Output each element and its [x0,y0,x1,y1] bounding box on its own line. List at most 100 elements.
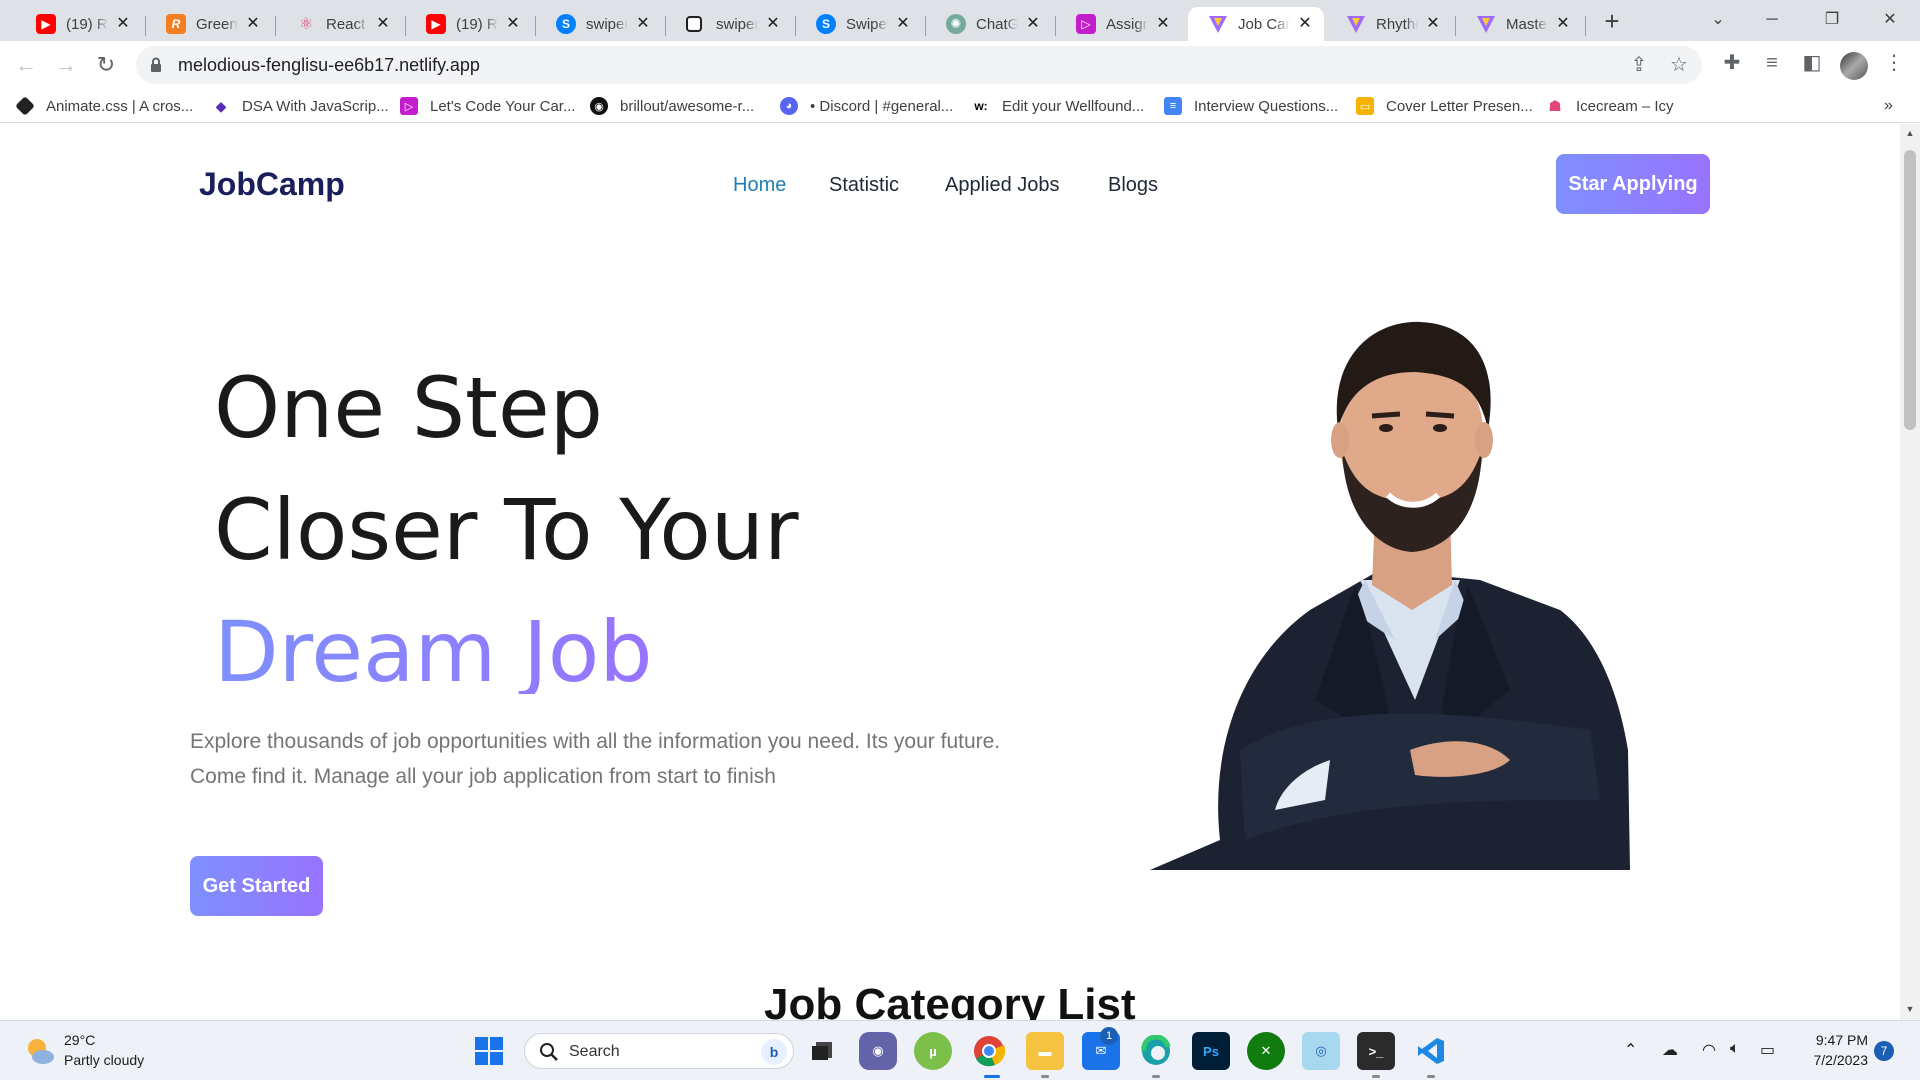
page-scrollbar[interactable]: ▲ ▼ [1900,124,1920,1020]
close-icon[interactable]: ✕ [634,15,652,33]
tab-search-chevron-icon[interactable]: ⌄ [1698,6,1738,34]
new-tab-button[interactable]: + [1598,8,1626,36]
bookmark-star-icon[interactable]: ☆ [1666,52,1692,78]
close-icon[interactable]: ✕ [114,15,132,33]
partly-cloudy-icon[interactable] [24,1035,56,1067]
close-window-button[interactable]: ✕ [1870,6,1910,34]
file-explorer-icon[interactable]: ▬ [1026,1032,1064,1070]
browser-tab[interactable]: ✺ ChatGP ✕ [926,7,1052,41]
scroll-down-arrow-icon[interactable]: ▼ [1905,1004,1915,1014]
bookmark-item[interactable]: ▭ Cover Letter Presen... [1356,95,1533,117]
terminal-icon[interactable]: >_ [1357,1032,1395,1070]
onedrive-cloud-icon[interactable]: ☁ [1662,1040,1678,1060]
photoshop-icon[interactable]: Ps [1192,1032,1230,1070]
share-icon[interactable]: ⇪ [1626,52,1652,78]
bookmark-item[interactable]: ☗ Icecream – Icy [1546,95,1673,117]
browser-tab[interactable]: swiper-r ✕ [666,7,792,41]
clock-time[interactable]: 9:47 PM [1808,1032,1868,1048]
app-icon[interactable]: ◎ [1302,1032,1340,1070]
chevron-up-icon[interactable]: ⌃ [1624,1040,1637,1060]
close-icon[interactable]: ✕ [1554,15,1572,33]
reload-icon[interactable]: ↻ [90,49,122,81]
bookmark-label: Cover Letter Presen... [1386,97,1533,115]
task-view-icon[interactable] [803,1032,841,1070]
restore-button[interactable]: ❐ [1812,6,1852,34]
close-icon[interactable]: ✕ [1296,15,1314,33]
nav-blogs[interactable]: Blogs [1108,174,1158,197]
minimize-button[interactable]: ─ [1752,6,1792,34]
close-icon[interactable]: ✕ [374,15,392,33]
hero-portrait-image [1150,321,1630,870]
browser-tab[interactable]: ▶ (19) Rea ✕ [406,7,532,41]
close-icon[interactable]: ✕ [1154,15,1172,33]
bookmark-item[interactable]: ◆ DSA With JavaScrip... [212,95,389,117]
weather-temperature[interactable]: 29°C [64,1032,95,1048]
chrome-icon[interactable] [970,1032,1008,1070]
browser-tab[interactable]: R Green c ✕ [146,7,272,41]
edge-icon[interactable] [1137,1032,1175,1070]
bookmark-item[interactable]: w: Edit your Wellfound... [972,95,1144,117]
site-logo[interactable]: JobCamp [199,166,345,203]
scroll-up-arrow-icon[interactable]: ▲ [1905,128,1915,138]
browser-tab[interactable]: S Swiper ✕ [796,7,922,41]
bookmark-item[interactable]: ≡ Interview Questions... [1164,95,1338,117]
kebab-menu-icon[interactable]: ⋮ [1880,49,1908,77]
forward-arrow-icon[interactable]: → [50,49,82,81]
volume-icon[interactable]: 🔈︎ [1730,1040,1740,1058]
side-panel-icon[interactable]: ◧ [1798,49,1826,77]
tab-label: Rhythm [1376,15,1418,33]
browser-tab-active[interactable]: Job Car ✕ [1188,7,1324,41]
bing-icon[interactable]: b [761,1039,787,1065]
nav-statistic[interactable]: Statistic [829,174,899,197]
bookmark-item[interactable]: ◕ • Discord | #general... [780,95,953,117]
xbox-icon[interactable]: ✕ [1247,1032,1285,1070]
clock-date[interactable]: 7/2/2023 [1800,1052,1869,1068]
hero-title-highlight: Dream Job [214,603,653,701]
browser-tab[interactable]: S swiperjs ✕ [536,7,662,41]
media-queue-icon[interactable]: ≡ [1758,49,1786,77]
back-arrow-icon[interactable]: ← [10,49,42,81]
bookmark-item[interactable]: ◉ brillout/awesome-r... [590,95,754,117]
hero-description: Explore thousands of job opportunities w… [190,730,1001,788]
more-bookmarks-chevron-icon[interactable]: » [1884,95,1893,117]
browser-tab[interactable]: ▷ Assignm ✕ [1056,7,1182,41]
bookmark-item[interactable]: ▷ Let's Code Your Car... [400,95,575,117]
profile-avatar[interactable] [1840,52,1868,80]
windows-start-icon[interactable] [470,1032,508,1070]
star-applying-button[interactable]: Star Applying [1556,154,1710,214]
close-icon[interactable]: ✕ [504,15,522,33]
browser-tab-strip: ▶ (19) Rea ✕ R Green c ✕ ⚛ React Ic ✕ ▶ … [0,0,1920,41]
teams-chat-icon[interactable]: ◉ [859,1032,897,1070]
close-icon[interactable]: ✕ [764,15,782,33]
utorrent-icon[interactable]: µ [914,1032,952,1070]
wellfound-icon: w: [974,99,988,113]
browser-toolbar: ← → ↻ melodious-fenglisu-ee6b17.netlify.… [0,41,1920,89]
wifi-icon[interactable]: ◠ [1702,1040,1716,1060]
youtube-icon: ▶ [36,14,56,34]
close-icon[interactable]: ✕ [244,15,262,33]
extensions-puzzle-icon[interactable]: ✚ [1718,49,1746,77]
blank-page-icon [686,16,702,32]
tab-label: React Ic [326,15,368,33]
vscode-icon[interactable] [1412,1032,1450,1070]
close-icon[interactable]: ✕ [894,15,912,33]
lock-icon [151,57,161,72]
address-bar[interactable]: melodious-fenglisu-ee6b17.netlify.app ⇪ … [136,46,1702,84]
nav-applied-jobs[interactable]: Applied Jobs [945,174,1060,197]
nav-home[interactable]: Home [733,174,786,197]
bookmark-item[interactable]: Animate.css | A cros... [15,95,193,117]
browser-tab[interactable]: ⚛ React Ic ✕ [276,7,402,41]
browser-tab[interactable]: Rhythm ✕ [1326,7,1452,41]
get-started-button[interactable]: Get Started [190,856,323,916]
battery-icon[interactable]: ▭ [1760,1040,1775,1060]
tab-label: ChatGP [976,15,1018,33]
scrollbar-thumb[interactable] [1904,150,1916,430]
taskbar-search[interactable]: Search b [524,1033,794,1069]
close-icon[interactable]: ✕ [1024,15,1042,33]
weather-condition[interactable]: Partly cloudy [64,1052,144,1068]
tab-label: Assignm [1106,15,1148,33]
browser-tab[interactable]: Master ✕ [1456,7,1582,41]
browser-tab[interactable]: ▶ (19) Rea ✕ [16,7,142,41]
close-icon[interactable]: ✕ [1424,15,1442,33]
notification-badge[interactable]: 7 [1874,1041,1894,1061]
